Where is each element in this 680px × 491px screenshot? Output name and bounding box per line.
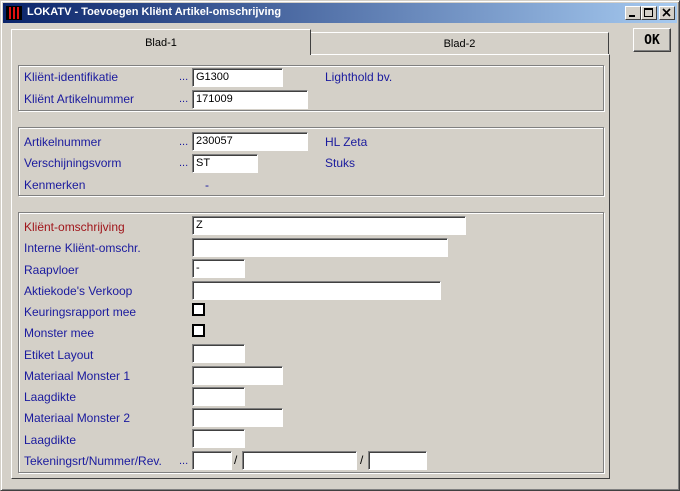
sample-checkbox[interactable]: [192, 324, 205, 337]
article-lookup-dots[interactable]: ...: [179, 136, 188, 148]
drawing-label: Tekeningsrt/Nummer/Rev.: [24, 454, 162, 468]
client-article-label: Kliënt Artikelnummer: [24, 92, 135, 106]
minimize-button[interactable]: [625, 6, 641, 20]
material1-field[interactable]: [192, 366, 283, 385]
thickness1-field[interactable]: [192, 387, 245, 406]
maximize-icon: [644, 8, 653, 17]
action-codes-field[interactable]: [192, 281, 441, 300]
pick-floor-label: Raapvloer: [24, 263, 79, 277]
material1-label: Materiaal Monster 1: [24, 369, 131, 383]
title-bar[interactable]: LOKATV - Toevoegen Kliënt Artikel-omschr…: [3, 3, 677, 23]
article-field[interactable]: 230057: [192, 132, 308, 151]
appearance-label: Verschijningsvorm: [24, 156, 122, 170]
ok-button[interactable]: OK: [633, 28, 671, 52]
appearance-name: Stuks: [325, 156, 356, 170]
label-layout-field[interactable]: [192, 344, 245, 363]
client-article-lookup-dots[interactable]: ...: [179, 93, 188, 105]
action-codes-label: Aktiekode's Verkoop: [24, 284, 133, 298]
close-button[interactable]: [659, 6, 675, 20]
article-name: HL Zeta: [325, 135, 368, 149]
client-article-field[interactable]: 171009: [192, 90, 308, 109]
drawing-rev-field[interactable]: [368, 451, 427, 470]
tab-blad-2[interactable]: Blad-2: [311, 32, 609, 54]
window-title: LOKATV - Toevoegen Kliënt Artikel-omschr…: [27, 6, 282, 18]
pick-floor-field[interactable]: -: [192, 259, 245, 278]
appearance-lookup-dots[interactable]: ...: [179, 157, 188, 169]
drawing-lookup-dots[interactable]: ...: [179, 455, 188, 467]
sample-label: Monster mee: [24, 326, 95, 340]
label-layout-label: Etiket Layout: [24, 348, 94, 362]
client-name: Lighthold bv.: [325, 70, 393, 84]
drawing-separator-2: /: [360, 453, 364, 467]
minimize-icon: [629, 15, 635, 17]
internal-desc-label: Interne Kliënt-omschr.: [24, 241, 141, 255]
client-id-lookup-dots[interactable]: ...: [179, 71, 188, 83]
client-desc-field[interactable]: Z: [192, 216, 466, 235]
drawing-number-field[interactable]: [242, 451, 357, 470]
drawing-type-field[interactable]: [192, 451, 232, 470]
material2-field[interactable]: [192, 408, 283, 427]
client-id-field[interactable]: G1300: [192, 68, 283, 87]
inspection-checkbox[interactable]: [192, 303, 205, 316]
client-id-label: Kliënt-identifikatie: [24, 70, 119, 84]
app-icon: [6, 6, 22, 20]
appearance-field[interactable]: ST: [192, 154, 258, 173]
close-icon: [662, 8, 671, 17]
thickness2-label: Laagdikte: [24, 433, 77, 447]
internal-desc-field[interactable]: [192, 238, 448, 257]
drawing-separator-1: /: [234, 453, 238, 467]
maximize-button[interactable]: [641, 6, 657, 20]
material2-label: Materiaal Monster 2: [24, 411, 131, 425]
client-desc-label: Kliënt-omschrijving: [24, 220, 125, 234]
thickness2-field[interactable]: [192, 429, 245, 448]
features-label: Kenmerken: [24, 178, 86, 192]
inspection-label: Keuringsrapport mee: [24, 305, 137, 319]
article-label: Artikelnummer: [24, 135, 102, 149]
tab-blad-1[interactable]: Blad-1: [11, 29, 311, 55]
features-value: -: [205, 178, 209, 192]
thickness1-label: Laagdikte: [24, 390, 77, 404]
main-window: LOKATV - Toevoegen Kliënt Artikel-omschr…: [0, 0, 680, 491]
